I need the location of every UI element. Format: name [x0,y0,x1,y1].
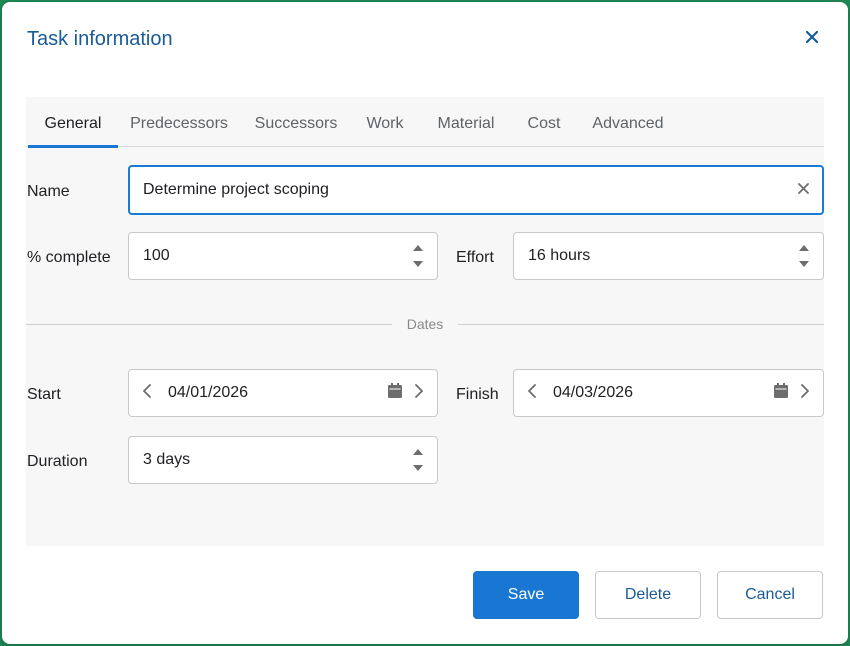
save-button[interactable]: Save [473,571,579,619]
start-calendar-button[interactable] [387,383,403,403]
start-prev-button[interactable] [139,383,155,403]
increment-icon [799,245,809,251]
decrement-icon [413,261,423,267]
effort-field[interactable]: 16 hours [513,232,824,280]
name-field[interactable]: Determine project scoping [128,165,824,215]
tab-material[interactable]: Material [430,97,502,147]
dates-divider-label: Dates [406,316,444,332]
percent-complete-field[interactable]: 100 [128,232,438,280]
finish-date-value: 04/03/2026 [553,384,634,401]
close-icon [805,30,819,48]
increment-icon [413,449,423,455]
name-value: Determine project scoping [143,181,329,198]
finish-date-field[interactable]: 04/03/2026 [513,369,824,417]
duration-stepper[interactable] [411,446,425,474]
percent-complete-label: % complete [27,249,111,266]
clear-icon [797,181,809,199]
name-label: Name [27,183,70,200]
start-date-value: 04/01/2026 [168,384,249,401]
tab-general[interactable]: General [28,97,118,148]
tab-work[interactable]: Work [360,97,410,147]
tab-advanced[interactable]: Advanced [586,97,670,147]
tab-bar: General Predecessors Successors Work Mat… [26,97,824,148]
effort-label: Effort [456,249,494,266]
percent-complete-stepper[interactable] [411,242,425,270]
tab-successors[interactable]: Successors [252,97,340,147]
effort-value: 16 hours [528,247,591,264]
start-label: Start [27,386,61,403]
finish-calendar-button[interactable] [773,383,789,403]
percent-complete-value: 100 [143,247,170,264]
effort-stepper[interactable] [797,242,811,270]
dates-divider: Dates [26,316,824,332]
chevron-right-icon [414,383,424,403]
tab-cost[interactable]: Cost [522,97,566,147]
chevron-right-icon [800,383,810,403]
delete-button[interactable]: Delete [595,571,701,619]
finish-label: Finish [456,386,499,403]
dialog-title: Task information [27,28,173,50]
calendar-icon [388,383,402,403]
start-date-field[interactable]: 04/01/2026 [128,369,438,417]
decrement-icon [799,261,809,267]
chevron-left-icon [142,383,152,403]
divider-line [26,324,392,325]
duration-label: Duration [27,453,88,470]
duration-field[interactable]: 3 days [128,436,438,484]
chevron-left-icon [527,383,537,403]
finish-prev-button[interactable] [524,383,540,403]
clear-name-button[interactable] [796,183,810,197]
start-next-button[interactable] [411,383,427,403]
task-information-dialog: Task information General Predecessors Su… [2,2,848,644]
close-button[interactable] [802,29,822,49]
finish-next-button[interactable] [797,383,813,403]
calendar-icon [774,383,788,403]
tab-predecessors[interactable]: Predecessors [126,97,232,147]
cancel-button[interactable]: Cancel [717,571,823,619]
increment-icon [413,245,423,251]
task-panel: General Predecessors Successors Work Mat… [26,97,824,546]
divider-line [458,324,824,325]
duration-value: 3 days [143,451,191,468]
decrement-icon [413,465,423,471]
